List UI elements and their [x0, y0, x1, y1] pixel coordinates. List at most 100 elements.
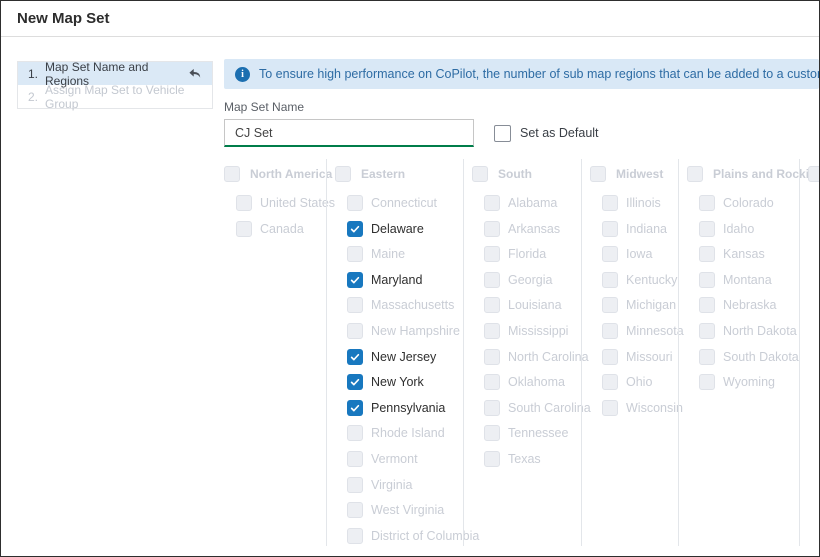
- checkbox-icon: [602, 272, 618, 288]
- region-name: Eastern: [361, 167, 405, 181]
- state-label: Idaho: [723, 222, 754, 236]
- state-label: Delaware: [371, 222, 424, 236]
- state-checkbox-item-louisiana: Louisiana: [472, 297, 581, 313]
- checkbox-icon: [602, 349, 618, 365]
- checkbox-icon: [347, 195, 363, 211]
- steps-panel: 1. Map Set Name and Regions 2. Assign Ma…: [17, 61, 213, 109]
- checkbox-icon: [236, 195, 252, 211]
- state-checkbox-item-south-carolina: South Carolina: [472, 400, 581, 416]
- state-checkbox-item-illinois: Illinois: [590, 195, 678, 211]
- checkbox-icon: [602, 400, 618, 416]
- checkbox-icon: [484, 297, 500, 313]
- checkbox-icon: [602, 323, 618, 339]
- checkbox-icon: [347, 246, 363, 262]
- state-label: Maine: [371, 247, 405, 261]
- state-checkbox-item: [808, 221, 819, 237]
- checkbox-checked-icon[interactable]: [347, 374, 363, 390]
- state-label: Georgia: [508, 273, 552, 287]
- state-label: Wisconsin: [626, 401, 683, 415]
- state-label: Virginia: [371, 478, 412, 492]
- state-checkbox-item-tennessee: Tennessee: [472, 425, 581, 441]
- region-header-south: South: [472, 165, 581, 183]
- checkbox-icon: [484, 246, 500, 262]
- state-checkbox-item-minnesota: Minnesota: [590, 323, 678, 339]
- region-checkbox-icon: [687, 166, 703, 182]
- state-checkbox-item-texas: Texas: [472, 451, 581, 467]
- state-checkbox-item-indiana: Indiana: [590, 221, 678, 237]
- info-banner-text: To ensure high performance on CoPilot, t…: [259, 67, 819, 81]
- region-column-south: South Alabama Arkansas Florida Georgia Louisi…: [463, 159, 581, 546]
- checkbox-icon: [699, 374, 715, 390]
- checkbox-icon: [484, 323, 500, 339]
- region-header-eastern: Eastern: [335, 165, 463, 183]
- checkbox-icon: [484, 374, 500, 390]
- checkbox-icon: [347, 477, 363, 493]
- state-checkbox-item-michigan: Michigan: [590, 297, 678, 313]
- state-checkbox-item-kentucky: Kentucky: [590, 272, 678, 288]
- state-label: South Carolina: [508, 401, 591, 415]
- state-label: Colorado: [723, 196, 774, 210]
- page-title: New Map Set: [17, 10, 110, 27]
- region-column-cut: [799, 159, 819, 546]
- checkbox-checked-icon[interactable]: [347, 349, 363, 365]
- state-checkbox-item-arkansas: Arkansas: [472, 221, 581, 237]
- state-checkbox-item-georgia: Georgia: [472, 272, 581, 288]
- checkbox-icon: [699, 221, 715, 237]
- set-as-default-label: Set as Default: [520, 126, 599, 140]
- checkbox-icon: [236, 221, 252, 237]
- region-checkbox-icon: [472, 166, 488, 182]
- region-column-north-america: North America United States Canada: [224, 159, 326, 546]
- state-checkbox-item-new-york[interactable]: New York: [335, 374, 463, 390]
- state-checkbox-item-maryland[interactable]: Maryland: [335, 272, 463, 288]
- state-label: Oklahoma: [508, 375, 565, 389]
- state-checkbox-item-connecticut: Connecticut: [335, 195, 463, 211]
- checkbox-icon: [699, 246, 715, 262]
- state-checkbox-item-united-states: United States: [224, 195, 326, 211]
- checkbox-icon: [699, 297, 715, 313]
- state-label: Texas: [508, 452, 541, 466]
- state-label: Maryland: [371, 273, 422, 287]
- new-map-set-window: New Map Set 1. Map Set Name and Regions …: [0, 0, 820, 557]
- checkbox-icon: [484, 400, 500, 416]
- state-checkbox-item-virginia: Virginia: [335, 477, 463, 493]
- state-label: Massachusetts: [371, 298, 454, 312]
- state-label: Tennessee: [508, 426, 568, 440]
- region-header-plains-and-rockies: Plains and Rockies: [687, 165, 799, 183]
- region-name: South: [498, 167, 532, 181]
- state-checkbox-item-alabama: Alabama: [472, 195, 581, 211]
- checkbox-icon: [484, 349, 500, 365]
- set-as-default-checkbox[interactable]: [494, 125, 511, 142]
- state-checkbox-item-pennsylvania[interactable]: Pennsylvania: [335, 400, 463, 416]
- step-label: Assign Map Set to Vehicle Group: [45, 83, 202, 111]
- checkbox-icon: [602, 195, 618, 211]
- checkbox-icon: [347, 528, 363, 544]
- state-checkbox-item-kansas: Kansas: [687, 246, 799, 262]
- map-set-name-input[interactable]: [224, 119, 474, 147]
- state-checkbox-item-missouri: Missouri: [590, 349, 678, 365]
- checkbox-checked-icon[interactable]: [347, 221, 363, 237]
- state-checkbox-item: [808, 297, 819, 313]
- state-checkbox-item-florida: Florida: [472, 246, 581, 262]
- state-checkbox-item-delaware[interactable]: Delaware: [335, 221, 463, 237]
- set-as-default-option[interactable]: Set as Default: [494, 125, 599, 142]
- region-column-plains-and-rockies: Plains and RockiesColoradoIdahoKansasMon…: [678, 159, 799, 546]
- state-checkbox-item-canada: Canada: [224, 221, 326, 237]
- name-form-row: Set as Default: [224, 119, 599, 147]
- region-checkbox-icon: [808, 166, 819, 182]
- state-checkbox-item-new-jersey[interactable]: New Jersey: [335, 349, 463, 365]
- undo-icon[interactable]: [188, 68, 202, 80]
- title-bar: New Map Set: [1, 1, 819, 37]
- state-label: New York: [371, 375, 424, 389]
- state-checkbox-item-massachusetts: Massachusetts: [335, 297, 463, 313]
- state-checkbox-item-colorado: Colorado: [687, 195, 799, 211]
- state-checkbox-item-idaho: Idaho: [687, 221, 799, 237]
- step-number: 2.: [28, 90, 38, 104]
- region-header-north-america: North America: [224, 165, 326, 183]
- checkbox-checked-icon[interactable]: [347, 400, 363, 416]
- region-column-eastern: Eastern Connecticut Delaware Maine Maryland M…: [326, 159, 463, 546]
- region-header-midwest: Midwest: [590, 165, 678, 183]
- state-checkbox-item-wyoming: Wyoming: [687, 374, 799, 390]
- state-checkbox-item: [808, 272, 819, 288]
- checkbox-icon: [347, 323, 363, 339]
- checkbox-checked-icon[interactable]: [347, 272, 363, 288]
